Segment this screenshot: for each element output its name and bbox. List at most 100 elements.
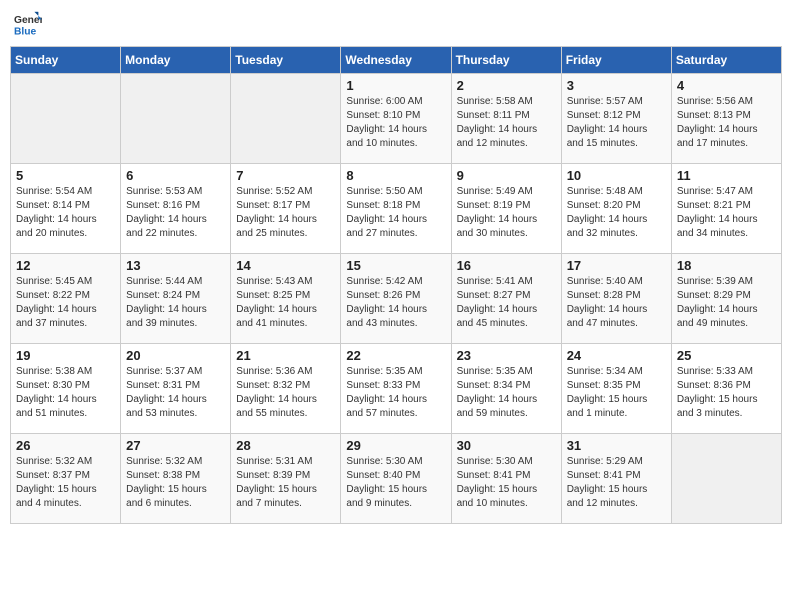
day-number: 13 [126, 258, 225, 273]
day-number: 7 [236, 168, 335, 183]
day-info: Sunrise: 5:54 AM Sunset: 8:14 PM Dayligh… [16, 185, 115, 241]
day-info: Sunrise: 5:39 AM Sunset: 8:29 PM Dayligh… [677, 275, 776, 331]
calendar-cell: 7 Sunrise: 5:52 AM Sunset: 8:17 PM Daylig… [231, 164, 341, 254]
day-info: Sunrise: 5:47 AM Sunset: 8:21 PM Dayligh… [677, 185, 776, 241]
day-info: Sunrise: 5:42 AM Sunset: 8:26 PM Dayligh… [346, 275, 445, 331]
calendar-cell: 8 Sunrise: 5:50 AM Sunset: 8:18 PM Daylig… [341, 164, 451, 254]
calendar-cell: 21Sunrise: 5:36 AM Sunset: 8:32 PM Dayli… [231, 344, 341, 434]
weekday-header: Monday [121, 47, 231, 74]
day-number: 30 [457, 438, 556, 453]
calendar-week-row: 26 Sunrise: 5:32 AM Sunset: 8:37 PM Dayli… [11, 434, 782, 524]
calendar-cell: 24 Sunrise: 5:34 AM Sunset: 8:35 PM Dayli… [561, 344, 671, 434]
day-number: 29 [346, 438, 445, 453]
calendar-cell: 30Sunrise: 5:30 AM Sunset: 8:41 PM Dayli… [451, 434, 561, 524]
weekday-header: Tuesday [231, 47, 341, 74]
day-number: 27 [126, 438, 225, 453]
calendar-table: SundayMondayTuesdayWednesdayThursdayFrid… [10, 46, 782, 524]
day-number: 9 [457, 168, 556, 183]
calendar-cell: 25Sunrise: 5:33 AM Sunset: 8:36 PM Dayli… [671, 344, 781, 434]
day-info: Sunrise: 5:48 AM Sunset: 8:20 PM Dayligh… [567, 185, 666, 241]
calendar-cell: 14 Sunrise: 5:43 AM Sunset: 8:25 PM Dayli… [231, 254, 341, 344]
calendar-cell: 13Sunrise: 5:44 AM Sunset: 8:24 PM Dayli… [121, 254, 231, 344]
svg-text:Blue: Blue [14, 26, 37, 37]
weekday-header: Saturday [671, 47, 781, 74]
day-info: Sunrise: 5:50 AM Sunset: 8:18 PM Dayligh… [346, 185, 445, 241]
day-number: 24 [567, 348, 666, 363]
day-number: 16 [457, 258, 556, 273]
calendar-cell: 27Sunrise: 5:32 AM Sunset: 8:38 PM Dayli… [121, 434, 231, 524]
day-info: Sunrise: 6:00 AM Sunset: 8:10 PM Dayligh… [346, 95, 445, 151]
day-number: 10 [567, 168, 666, 183]
day-info: Sunrise: 5:37 AM Sunset: 8:31 PM Dayligh… [126, 365, 225, 421]
day-info: Sunrise: 5:31 AM Sunset: 8:39 PM Dayligh… [236, 455, 335, 511]
calendar-week-row: 19 Sunrise: 5:38 AM Sunset: 8:30 PM Dayli… [11, 344, 782, 434]
calendar-cell: 22 Sunrise: 5:35 AM Sunset: 8:33 PM Dayli… [341, 344, 451, 434]
calendar-cell: 16 Sunrise: 5:41 AM Sunset: 8:27 PM Dayli… [451, 254, 561, 344]
day-number: 8 [346, 168, 445, 183]
day-number: 26 [16, 438, 115, 453]
day-info: Sunrise: 5:29 AM Sunset: 8:41 PM Dayligh… [567, 455, 666, 511]
weekday-header: Sunday [11, 47, 121, 74]
day-number: 23 [457, 348, 556, 363]
day-number: 6 [126, 168, 225, 183]
calendar-cell [121, 74, 231, 164]
calendar-cell: 10 Sunrise: 5:48 AM Sunset: 8:20 PM Dayli… [561, 164, 671, 254]
day-number: 25 [677, 348, 776, 363]
day-number: 3 [567, 78, 666, 93]
day-info: Sunrise: 5:40 AM Sunset: 8:28 PM Dayligh… [567, 275, 666, 331]
day-number: 4 [677, 78, 776, 93]
day-number: 15 [346, 258, 445, 273]
weekday-header: Wednesday [341, 47, 451, 74]
calendar-cell: 31 Sunrise: 5:29 AM Sunset: 8:41 PM Dayli… [561, 434, 671, 524]
day-info: Sunrise: 5:35 AM Sunset: 8:34 PM Dayligh… [457, 365, 556, 421]
day-info: Sunrise: 5:34 AM Sunset: 8:35 PM Dayligh… [567, 365, 666, 421]
calendar-cell: 3 Sunrise: 5:57 AM Sunset: 8:12 PM Daylig… [561, 74, 671, 164]
calendar-cell: 9 Sunrise: 5:49 AM Sunset: 8:19 PM Daylig… [451, 164, 561, 254]
weekday-header: Thursday [451, 47, 561, 74]
weekday-header-row: SundayMondayTuesdayWednesdayThursdayFrid… [11, 47, 782, 74]
calendar-cell: 2 Sunrise: 5:58 AM Sunset: 8:11 PM Daylig… [451, 74, 561, 164]
calendar-week-row: 5Sunrise: 5:54 AM Sunset: 8:14 PM Daylig… [11, 164, 782, 254]
calendar-cell: 15 Sunrise: 5:42 AM Sunset: 8:26 PM Dayli… [341, 254, 451, 344]
calendar-cell: 6 Sunrise: 5:53 AM Sunset: 8:16 PM Daylig… [121, 164, 231, 254]
day-number: 12 [16, 258, 115, 273]
day-number: 19 [16, 348, 115, 363]
day-number: 22 [346, 348, 445, 363]
day-info: Sunrise: 5:32 AM Sunset: 8:37 PM Dayligh… [16, 455, 115, 511]
calendar-week-row: 1 Sunrise: 6:00 AM Sunset: 8:10 PM Daylig… [11, 74, 782, 164]
day-info: Sunrise: 5:41 AM Sunset: 8:27 PM Dayligh… [457, 275, 556, 331]
day-number: 1 [346, 78, 445, 93]
day-info: Sunrise: 5:38 AM Sunset: 8:30 PM Dayligh… [16, 365, 115, 421]
day-number: 20 [126, 348, 225, 363]
calendar-cell: 11Sunrise: 5:47 AM Sunset: 8:21 PM Dayli… [671, 164, 781, 254]
calendar-cell: 4Sunrise: 5:56 AM Sunset: 8:13 PM Daylig… [671, 74, 781, 164]
day-info: Sunrise: 5:53 AM Sunset: 8:16 PM Dayligh… [126, 185, 225, 241]
calendar-week-row: 12Sunrise: 5:45 AM Sunset: 8:22 PM Dayli… [11, 254, 782, 344]
calendar-cell: 28 Sunrise: 5:31 AM Sunset: 8:39 PM Dayli… [231, 434, 341, 524]
calendar-cell: 19 Sunrise: 5:38 AM Sunset: 8:30 PM Dayli… [11, 344, 121, 434]
day-info: Sunrise: 5:58 AM Sunset: 8:11 PM Dayligh… [457, 95, 556, 151]
calendar-cell: 23 Sunrise: 5:35 AM Sunset: 8:34 PM Dayli… [451, 344, 561, 434]
day-info: Sunrise: 5:49 AM Sunset: 8:19 PM Dayligh… [457, 185, 556, 241]
calendar-cell [231, 74, 341, 164]
day-number: 28 [236, 438, 335, 453]
svg-text:General: General [14, 15, 42, 26]
day-number: 31 [567, 438, 666, 453]
calendar-cell: 18 Sunrise: 5:39 AM Sunset: 8:29 PM Dayli… [671, 254, 781, 344]
day-info: Sunrise: 5:52 AM Sunset: 8:17 PM Dayligh… [236, 185, 335, 241]
calendar-cell: 1 Sunrise: 6:00 AM Sunset: 8:10 PM Daylig… [341, 74, 451, 164]
calendar-cell [11, 74, 121, 164]
calendar-cell: 12Sunrise: 5:45 AM Sunset: 8:22 PM Dayli… [11, 254, 121, 344]
logo: General Blue [14, 10, 42, 38]
calendar-cell: 26 Sunrise: 5:32 AM Sunset: 8:37 PM Dayli… [11, 434, 121, 524]
day-number: 2 [457, 78, 556, 93]
day-info: Sunrise: 5:35 AM Sunset: 8:33 PM Dayligh… [346, 365, 445, 421]
day-info: Sunrise: 5:57 AM Sunset: 8:12 PM Dayligh… [567, 95, 666, 151]
day-info: Sunrise: 5:30 AM Sunset: 8:40 PM Dayligh… [346, 455, 445, 511]
day-number: 18 [677, 258, 776, 273]
calendar-cell: 29 Sunrise: 5:30 AM Sunset: 8:40 PM Dayli… [341, 434, 451, 524]
day-number: 14 [236, 258, 335, 273]
calendar-cell: 5Sunrise: 5:54 AM Sunset: 8:14 PM Daylig… [11, 164, 121, 254]
day-info: Sunrise: 5:43 AM Sunset: 8:25 PM Dayligh… [236, 275, 335, 331]
day-info: Sunrise: 5:36 AM Sunset: 8:32 PM Dayligh… [236, 365, 335, 421]
